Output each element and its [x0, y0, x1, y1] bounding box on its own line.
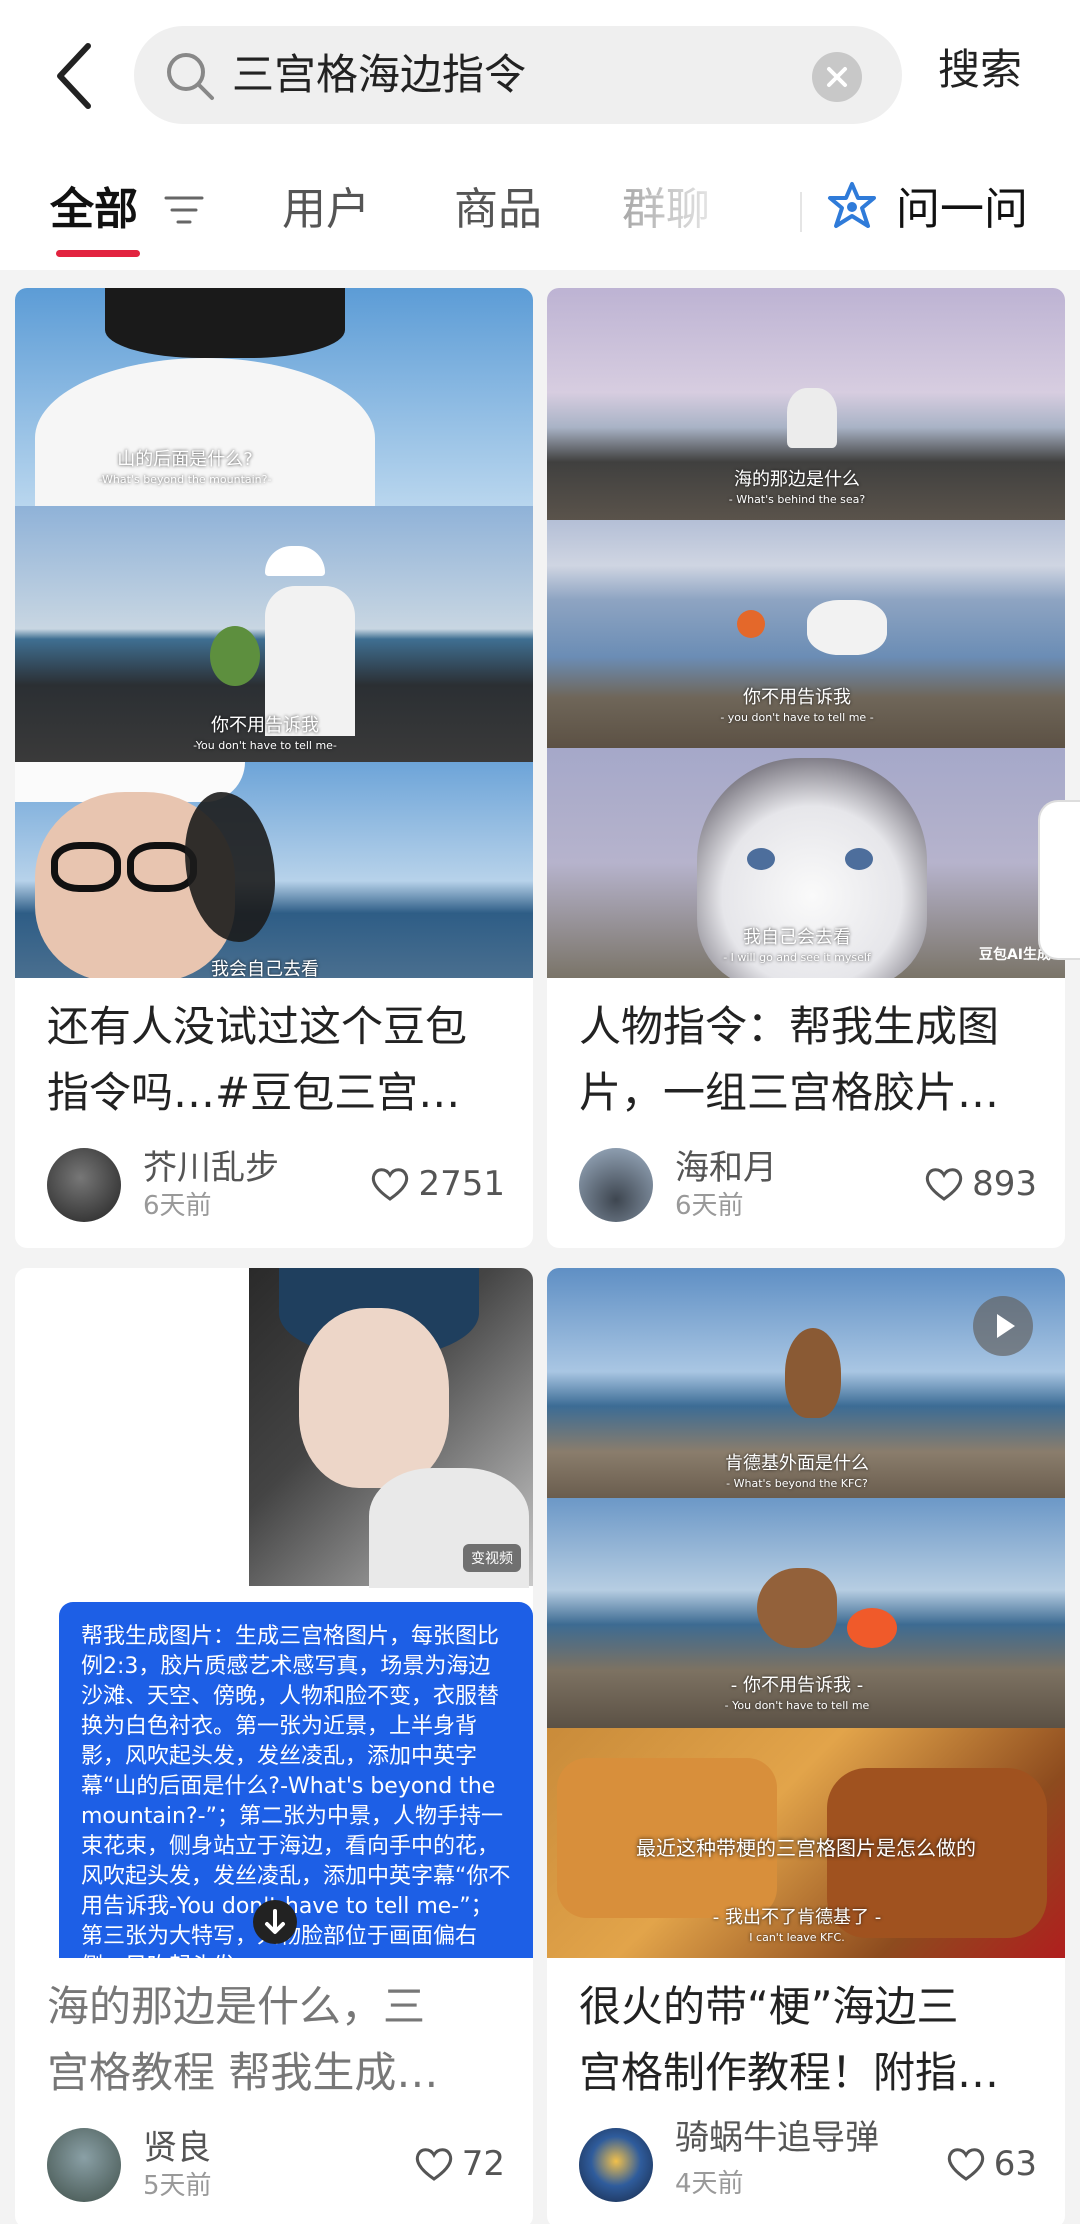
heart-icon	[926, 1168, 963, 1201]
cover-panel: 山的后面是什么? -What's beyond the mountain?-	[15, 288, 533, 506]
post-time: 5天前	[143, 2171, 212, 2201]
heart-icon	[415, 2148, 452, 2181]
tab-users[interactable]: 用户	[282, 180, 370, 240]
card-title: 还有人没试过这个豆包 指令吗…#豆包三宫…	[47, 994, 467, 1126]
card-title: 海的那边是什么，三 宫格教程 帮我生成…	[47, 1974, 438, 2106]
like-button[interactable]: 2751	[370, 1162, 505, 1206]
card-title-line: 宫格制作教程！附指…	[579, 2048, 1000, 2097]
like-button[interactable]: 72	[414, 2142, 505, 2186]
clear-icon[interactable]	[812, 52, 862, 102]
card-cover-image: 海的那边是什么 - What's behind the sea? 你不用告诉我 …	[547, 288, 1065, 978]
card-title-line: 片，一组三宫格胶片…	[579, 1068, 1000, 1117]
heart-icon	[372, 1168, 409, 1201]
like-count: 72	[461, 2144, 505, 2184]
like-count: 893	[972, 1164, 1037, 1204]
cover-panel: 海的那边是什么 - What's behind the sea?	[547, 288, 1065, 520]
caption-text: -You don't have to tell me-	[193, 739, 337, 752]
caption-text: - 我出不了肯德基了 -	[712, 1907, 882, 1928]
like-button[interactable]: 893	[924, 1162, 1037, 1206]
card-cover-image: 山的后面是什么? -What's beyond the mountain?- 你…	[15, 288, 533, 978]
caption-text: I can't leave KFC.	[749, 1931, 845, 1944]
cover-panel: - 你不用告诉我 - - You don't have to tell me	[547, 1498, 1065, 1728]
tab-divider	[800, 192, 802, 232]
result-card[interactable]: 肯德基外面是什么 - What's beyond the KFC? - 你不用告…	[547, 1268, 1065, 2224]
search-query: 三宫格海边指令	[232, 50, 527, 99]
heart-icon	[947, 2148, 984, 2181]
caption-text: 海的那边是什么	[734, 469, 860, 490]
tab-fade	[600, 170, 750, 250]
active-tab-indicator	[56, 250, 140, 257]
caption-text: 你不用告诉我	[743, 687, 851, 708]
convert-video-badge[interactable]: 变视频	[463, 1544, 521, 1572]
caption-text: 山的后面是什么?	[117, 449, 253, 470]
like-button[interactable]: 63	[946, 2142, 1037, 2186]
avatar[interactable]	[47, 2128, 121, 2202]
author-name[interactable]: 骑蜗牛追导弹	[675, 2118, 879, 2158]
cover-panel: 你不用告诉我 - you don't have to tell me -	[547, 520, 1065, 748]
author-name[interactable]: 芥川乱步	[143, 1148, 279, 1188]
post-time: 4天前	[675, 2169, 744, 2199]
search-icon	[167, 53, 214, 100]
search-results-feed: 山的后面是什么? -What's beyond the mountain?- 你…	[0, 270, 1080, 2224]
card-cover-image: 变视频 帮我生成图片：生成三宫格图片，每张图比例2:3，胶片质感艺术感写真，场景…	[15, 1268, 533, 1958]
overlay-text: 最近这种带梗的三宫格图片是怎么做的	[636, 1836, 976, 1860]
avatar[interactable]	[579, 1148, 653, 1222]
avatar[interactable]	[579, 2128, 653, 2202]
post-time: 6天前	[143, 1191, 212, 1221]
portrait-photo: 变视频	[249, 1268, 533, 1588]
card-title-line: 很火的带“梗”海边三	[579, 1982, 959, 2031]
cover-panel: 你不用告诉我 -You don't have to tell me-	[15, 506, 533, 762]
caption-text: - you don't have to tell me -	[720, 711, 874, 724]
ask-button[interactable]: 问一问	[896, 180, 1028, 240]
caption-text: - You don't have to tell me	[724, 1699, 870, 1712]
cover-panel: 我会自己去看	[15, 762, 533, 978]
result-card[interactable]: 变视频 帮我生成图片：生成三宫格图片，每张图比例2:3，胶片质感艺术感写真，场景…	[15, 1268, 533, 2224]
author-name[interactable]: 贤良	[143, 2128, 211, 2168]
card-title-line: 人物指令：帮我生成图	[579, 1002, 1000, 1051]
tab-products[interactable]: 商品	[454, 180, 542, 240]
result-card[interactable]: 山的后面是什么? -What's beyond the mountain?- 你…	[15, 288, 533, 1248]
card-title-line: 指令吗…#豆包三宫…	[47, 1068, 461, 1117]
result-card[interactable]: 海的那边是什么 - What's behind the sea? 你不用告诉我 …	[547, 288, 1065, 1248]
cover-panel: 我自己会去看 - I will go and see it myself 豆包A…	[547, 748, 1065, 978]
back-arrow-icon[interactable]	[48, 38, 104, 114]
download-arrow-icon[interactable]	[253, 1900, 297, 1944]
card-title-line: 宫格教程 帮我生成…	[47, 2048, 439, 2097]
post-time: 6天前	[675, 1191, 744, 1221]
ai-star-icon[interactable]	[824, 180, 880, 236]
caption-text: - 你不用告诉我 -	[730, 1675, 864, 1696]
play-icon[interactable]	[973, 1296, 1033, 1356]
tab-bar: 全部 用户 商品 群聊 问一问	[0, 150, 1080, 270]
caption-text: 你不用告诉我	[211, 715, 319, 736]
search-input[interactable]: 三宫格海边指令	[134, 26, 902, 124]
search-button[interactable]: 搜索	[938, 40, 1022, 100]
caption-text: - I will go and see it myself	[723, 951, 871, 964]
caption-text: 肯德基外面是什么	[725, 1453, 869, 1474]
cover-panel: 最近这种带梗的三宫格图片是怎么做的 - 我出不了肯德基了 - I can't l…	[547, 1728, 1065, 1958]
like-count: 63	[993, 2144, 1037, 2184]
caption-text: 我会自己去看	[211, 959, 319, 978]
card-title-line: 海的那边是什么，三	[47, 1982, 426, 2031]
caption-text: - What's beyond the KFC?	[726, 1477, 868, 1490]
filter-icon[interactable]	[164, 194, 204, 226]
caption-text: - What's behind the sea?	[728, 493, 866, 506]
card-title: 人物指令：帮我生成图 片，一组三宫格胶片…	[579, 994, 999, 1126]
caption-text: 我自己会去看	[743, 927, 851, 948]
avatar[interactable]	[47, 1148, 121, 1222]
author-name[interactable]: 海和月	[675, 1148, 777, 1188]
card-title-line: 还有人没试过这个豆包	[47, 1002, 468, 1051]
card-cover-image: 肯德基外面是什么 - What's beyond the KFC? - 你不用告…	[547, 1268, 1065, 1958]
like-count: 2751	[418, 1164, 505, 1204]
tab-all[interactable]: 全部	[50, 180, 138, 240]
cover-panel: 肯德基外面是什么 - What's beyond the KFC?	[547, 1268, 1065, 1498]
search-header: 三宫格海边指令 搜索	[0, 0, 1080, 150]
card-title: 很火的带“梗”海边三 宫格制作教程！附指…	[579, 1974, 999, 2106]
caption-text: -What's beyond the mountain?-	[98, 473, 272, 486]
side-drawer-handle[interactable]	[1038, 800, 1080, 960]
